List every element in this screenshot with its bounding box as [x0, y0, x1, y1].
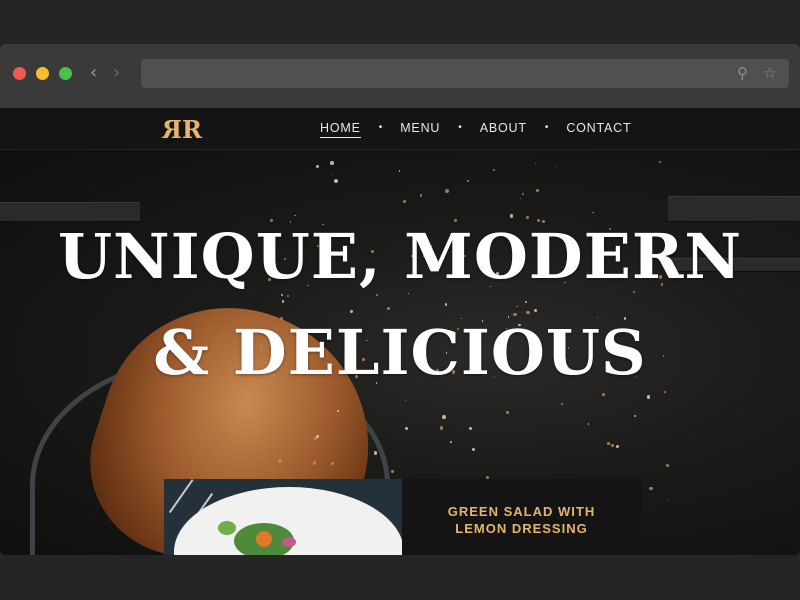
crumb-speck: [472, 448, 475, 451]
site-header: RR HOME • MENU • ABOUT • CONTACT: [0, 108, 800, 150]
crumb-speck: [440, 426, 444, 430]
crumb-speck: [610, 443, 614, 447]
crumb-speck: [444, 303, 448, 306]
crumb-speck: [663, 391, 666, 394]
crumb-speck: [281, 293, 284, 296]
hero-section: UNIQUE, MODERN & DELICIOUS GREEN SALAD W…: [0, 150, 800, 555]
crumb-speck: [616, 445, 619, 449]
crumb-speck: [469, 427, 473, 431]
crumb-speck: [555, 165, 558, 167]
salad-shape: [256, 531, 272, 547]
hero-background-plank: [0, 202, 140, 222]
site-logo[interactable]: RR: [164, 115, 202, 144]
maximize-window-button[interactable]: [59, 67, 72, 80]
crumb-speck: [666, 499, 669, 502]
forward-arrow-icon[interactable]: ›: [113, 62, 120, 84]
crumb-speck: [467, 179, 470, 182]
logo-letter: R: [181, 115, 202, 144]
search-icon[interactable]: ⚲: [737, 64, 748, 82]
crumb-speck: [525, 215, 530, 220]
crumb-speck: [510, 214, 514, 218]
crumb-speck: [649, 486, 653, 491]
dish-caption: GREEN SALAD WITH LEMON DRESSING: [402, 479, 641, 555]
crumb-speck: [536, 189, 539, 192]
crumb-speck: [561, 402, 563, 405]
crumb-speck: [522, 192, 525, 196]
crumb-speck: [526, 310, 530, 315]
crumb-speck: [602, 393, 605, 397]
crumb-speck: [534, 162, 536, 164]
crumb-speck: [386, 306, 391, 311]
crumb-speck: [316, 435, 320, 438]
hero-background-plank: [668, 196, 800, 222]
close-window-button[interactable]: [13, 67, 26, 80]
crumb-speck: [492, 169, 495, 172]
hero-headline-line2: & DELICIOUS: [153, 316, 647, 389]
crumb-speck: [337, 409, 339, 412]
salad-shape: [218, 521, 236, 535]
dish-title-line1: GREEN SALAD WITH: [447, 504, 596, 519]
crumb-speck: [350, 309, 354, 313]
featured-dish-card[interactable]: GREEN SALAD WITH LEMON DRESSING: [164, 479, 641, 555]
crumb-speck: [658, 160, 661, 163]
logo-mirrored-letter: R: [164, 115, 182, 144]
crumb-speck: [398, 170, 401, 172]
nav-separator: •: [458, 122, 462, 133]
crumb-speck: [373, 451, 378, 455]
nav-separator: •: [378, 122, 383, 133]
nav-home[interactable]: HOME: [320, 121, 361, 138]
crumb-speck: [316, 164, 320, 169]
crumb-speck: [407, 293, 409, 295]
nav-about[interactable]: ABOUT: [480, 121, 527, 137]
crumb-speck: [587, 423, 590, 425]
crumb-speck: [533, 308, 538, 312]
crumb-speck: [646, 395, 650, 399]
crumb-speck: [330, 161, 334, 165]
crumb-speck: [520, 197, 522, 200]
crumb-speck: [286, 295, 289, 297]
star-icon[interactable]: ☆: [763, 64, 776, 82]
crumb-speck: [524, 300, 527, 303]
crumb-speck: [404, 399, 407, 401]
crumb-speck: [375, 294, 378, 296]
crumb-speck: [606, 442, 610, 445]
crumb-speck: [405, 427, 408, 431]
nav-menu[interactable]: MENU: [400, 121, 440, 137]
crumb-speck: [330, 174, 333, 176]
browser-titlebar: ‹ › ⚲ ☆: [0, 44, 800, 108]
minimize-window-button[interactable]: [36, 67, 49, 80]
crumb-speck: [391, 470, 394, 473]
crumb-speck: [665, 463, 670, 468]
browser-window: ‹ › ⚲ ☆ RR HOME • MENU • ABOUT • CONTACT: [0, 44, 800, 555]
crumb-speck: [334, 179, 338, 183]
main-nav: HOME • MENU • ABOUT • CONTACT: [320, 121, 631, 141]
crumb-speck: [449, 440, 452, 443]
crumb-speck: [516, 306, 518, 308]
address-bar[interactable]: ⚲ ☆: [141, 59, 789, 88]
dish-title[interactable]: GREEN SALAD WITH LEMON DRESSING: [402, 503, 641, 537]
crumb-speck: [506, 411, 509, 414]
hero-headline-line1: UNIQUE, MODERN: [57, 220, 743, 293]
salad-shape: [282, 537, 296, 547]
crumb-speck: [441, 414, 446, 419]
crumb-speck: [294, 214, 296, 217]
crumb-speck: [402, 199, 406, 203]
crumb-speck: [419, 194, 423, 197]
crumb-speck: [592, 211, 594, 214]
crumb-speck: [634, 415, 637, 418]
page-viewport: RR HOME • MENU • ABOUT • CONTACT UNIQUE,…: [0, 108, 800, 555]
dish-title-line2: LEMON DRESSING: [455, 521, 588, 536]
dish-image: [164, 479, 402, 555]
crumb-speck: [444, 188, 449, 193]
nav-separator: •: [544, 122, 549, 133]
nav-contact[interactable]: CONTACT: [566, 121, 631, 137]
back-arrow-icon[interactable]: ‹: [90, 62, 97, 84]
crumb-speck: [281, 300, 285, 303]
